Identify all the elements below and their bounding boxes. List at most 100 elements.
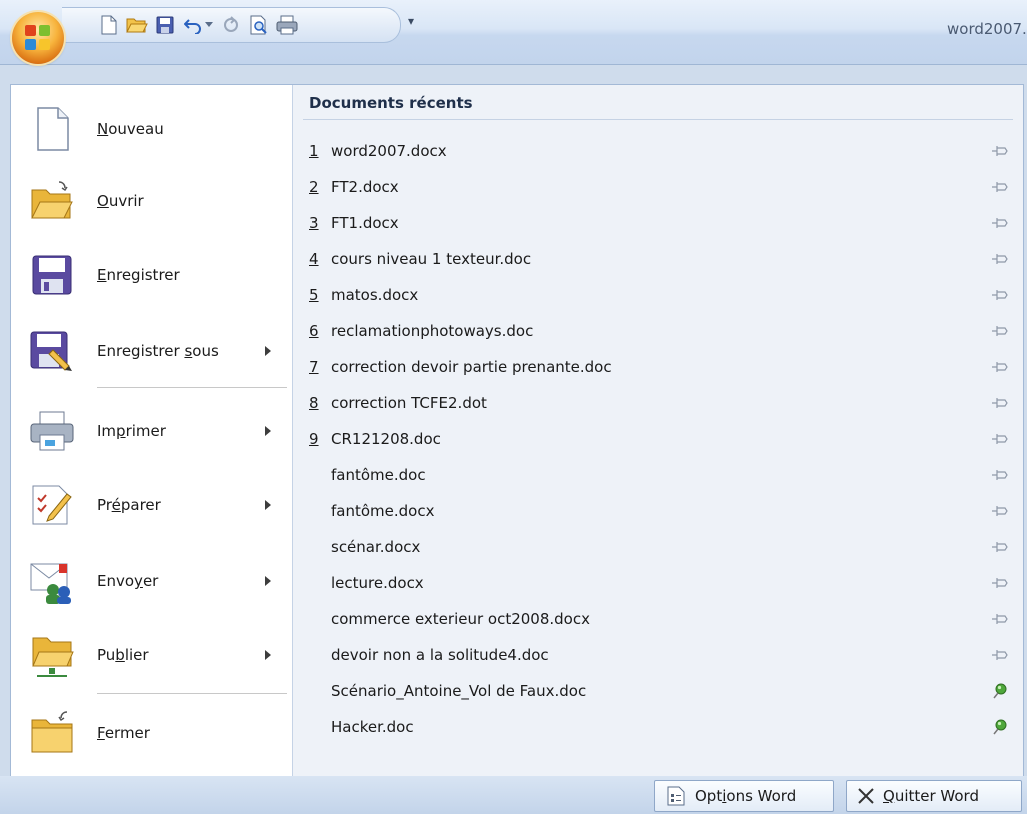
undo-icon[interactable] [182, 14, 204, 36]
title-bar: ▾ word2007.docx - Microsoft Word [0, 0, 1027, 65]
recent-document-name: reclamationphotoways.doc [331, 322, 534, 340]
recent-document-name: correction devoir partie prenante.doc [331, 358, 612, 376]
customize-qat-icon[interactable]: ▾ [408, 14, 414, 28]
quick-access-toolbar [62, 7, 401, 43]
recent-document-number: 7 [309, 358, 319, 376]
pin-icon[interactable] [991, 287, 1009, 303]
recent-document-number: 3 [309, 214, 319, 232]
recent-document-item[interactable]: devoir non a la solitude4.doc [309, 639, 1013, 671]
recent-document-item[interactable]: 8 correction TCFE2.dot [309, 387, 1013, 419]
prepare-icon [29, 482, 75, 528]
recent-documents-title: Documents récents [309, 94, 473, 112]
open-folder-icon[interactable] [126, 14, 148, 36]
menu-item-label: Préparer [97, 496, 161, 514]
office-menu: Nouveau Ouvrir Enregistrer Enregistrer sous… [10, 84, 1024, 777]
submenu-arrow-icon [265, 650, 271, 660]
menu-item-label: Fermer [97, 724, 150, 742]
options-label: Options Word [695, 787, 797, 805]
pin-icon[interactable] [991, 395, 1009, 411]
recent-document-number: 2 [309, 178, 319, 196]
recent-document-item[interactable]: 3 FT1.docx [309, 207, 1013, 239]
recent-document-name: lecture.docx [331, 574, 424, 592]
quit-word-button[interactable]: Quitter Word [846, 780, 1022, 812]
submenu-arrow-icon [265, 576, 271, 586]
pin-icon[interactable] [991, 575, 1009, 591]
pin-icon[interactable] [991, 647, 1009, 663]
recent-document-item[interactable]: Hacker.doc [309, 711, 1013, 743]
new-document-icon [29, 106, 75, 152]
recent-documents-divider [303, 119, 1013, 120]
recent-document-item[interactable]: 7 correction devoir partie prenante.doc [309, 351, 1013, 383]
menu-item-preparer[interactable]: Préparer [11, 469, 292, 541]
recent-document-item[interactable]: fantôme.docx [309, 495, 1013, 527]
recent-document-number: 1 [309, 142, 319, 160]
menu-item-enregistrer[interactable]: Enregistrer [11, 239, 292, 311]
recent-document-name: fantôme.docx [331, 502, 435, 520]
recent-document-name: fantôme.doc [331, 466, 426, 484]
redo-icon[interactable] [220, 14, 242, 36]
menu-item-enregistrer-sous[interactable]: Enregistrer sous [11, 315, 292, 387]
recent-document-item[interactable]: 6 reclamationphotoways.doc [309, 315, 1013, 347]
menu-item-fermer[interactable]: Fermer [11, 697, 292, 769]
menu-item-ouvrir[interactable]: Ouvrir [11, 165, 292, 237]
recent-document-number: 6 [309, 322, 319, 340]
menu-item-envoyer[interactable]: Envoyer [11, 545, 292, 617]
publish-icon [29, 632, 75, 678]
print-preview-icon[interactable] [248, 14, 270, 36]
open-folder-icon [29, 178, 75, 224]
office-button[interactable] [12, 12, 64, 64]
pin-icon[interactable] [991, 323, 1009, 339]
recent-document-name: Scénario_Antoine_Vol de Faux.doc [331, 682, 587, 700]
recent-document-item[interactable]: 2 FT2.docx [309, 171, 1013, 203]
close-icon [857, 787, 875, 805]
recent-document-item[interactable]: 5 matos.docx [309, 279, 1013, 311]
office-menu-footer: Options Word Quitter Word [0, 776, 1027, 814]
pin-icon[interactable] [991, 467, 1009, 483]
recent-document-name: commerce exterieur oct2008.docx [331, 610, 590, 628]
menu-item-publier[interactable]: Publier [11, 619, 292, 691]
recent-document-name: word2007.docx [331, 142, 447, 160]
pin-icon[interactable] [991, 359, 1009, 375]
pin-icon[interactable] [991, 179, 1009, 195]
recent-document-item[interactable]: 4 cours niveau 1 texteur.doc [309, 243, 1013, 275]
pin-icon[interactable] [991, 215, 1009, 231]
recent-document-item[interactable]: scénar.docx [309, 531, 1013, 563]
new-doc-icon[interactable] [98, 14, 120, 36]
menu-separator [97, 693, 287, 694]
menu-item-imprimer[interactable]: Imprimer [11, 395, 292, 467]
pin-icon[interactable] [991, 143, 1009, 159]
menu-item-label: Enregistrer sous [97, 342, 219, 360]
close-folder-icon [29, 710, 75, 756]
pin-icon[interactable] [991, 251, 1009, 267]
pinned-icon[interactable] [991, 683, 1009, 699]
pin-icon[interactable] [991, 611, 1009, 627]
pin-icon[interactable] [991, 431, 1009, 447]
menu-item-label: Publier [97, 646, 149, 664]
quick-print-icon[interactable] [276, 14, 298, 36]
word-options-button[interactable]: Options Word [654, 780, 834, 812]
menu-item-label: Nouveau [97, 120, 164, 138]
office-logo-icon [25, 25, 51, 51]
save-icon[interactable] [154, 14, 176, 36]
recent-document-name: CR121208.doc [331, 430, 441, 448]
recent-document-name: FT1.docx [331, 214, 399, 232]
submenu-arrow-icon [265, 346, 271, 356]
recent-documents-pane: Documents récents 1 word2007.docx 2 FT2.doc… [293, 85, 1023, 776]
save-icon [29, 252, 75, 298]
office-menu-commands: Nouveau Ouvrir Enregistrer Enregistrer sous… [11, 85, 293, 776]
pin-icon[interactable] [991, 539, 1009, 555]
recent-document-item[interactable]: lecture.docx [309, 567, 1013, 599]
undo-dropdown-icon[interactable] [204, 14, 214, 36]
recent-document-item[interactable]: Scénario_Antoine_Vol de Faux.doc [309, 675, 1013, 707]
recent-document-item[interactable]: 9 CR121208.doc [309, 423, 1013, 455]
quit-label: Quitter Word [883, 787, 979, 805]
recent-document-item[interactable]: commerce exterieur oct2008.docx [309, 603, 1013, 635]
recent-document-item[interactable]: 1 word2007.docx [309, 135, 1013, 167]
pinned-icon[interactable] [991, 719, 1009, 735]
recent-document-number: 9 [309, 430, 319, 448]
menu-item-nouveau[interactable]: Nouveau [11, 93, 292, 165]
save-as-icon [29, 328, 75, 374]
pin-icon[interactable] [991, 503, 1009, 519]
recent-document-item[interactable]: fantôme.doc [309, 459, 1013, 491]
recent-document-number: 8 [309, 394, 319, 412]
